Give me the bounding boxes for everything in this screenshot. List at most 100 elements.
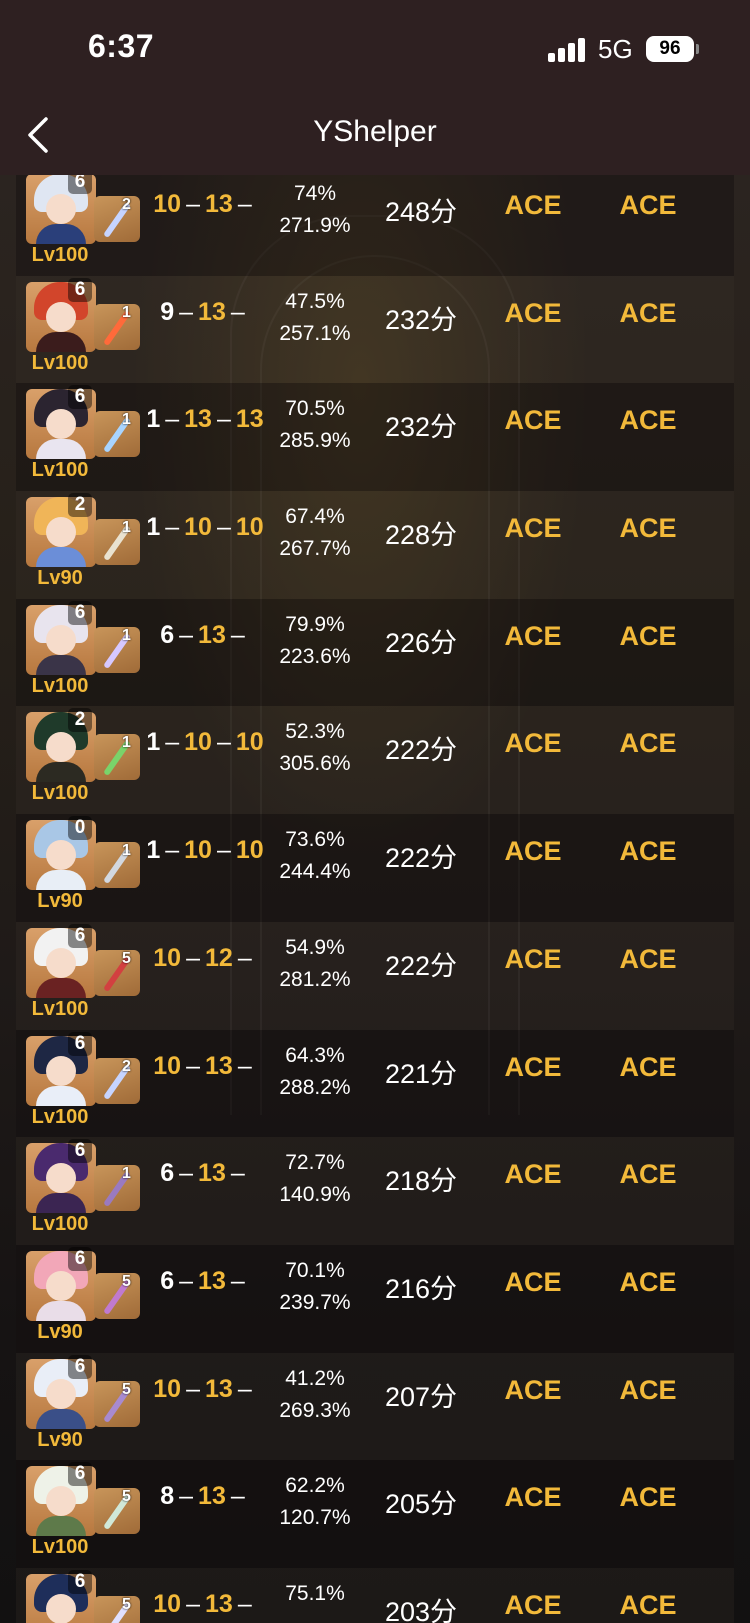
crit-stats: 70.5% 285.9%: [270, 393, 360, 457]
avatar-body: [36, 1516, 86, 1537]
grade-label: ACE: [504, 513, 562, 544]
list-item[interactable]: 6 5 10–13– 75.1% 203分 ACE ACE: [16, 1567, 734, 1623]
grade-label: ACE: [619, 297, 677, 328]
constellation-badge: 6: [68, 1354, 92, 1379]
refinement-badge: 1: [122, 519, 131, 537]
avatar-face: [46, 1163, 76, 1194]
talent-skill: 10: [184, 513, 212, 542]
weapon-icon[interactable]: 1: [94, 842, 140, 889]
list-item[interactable]: 2 1 Lv90 1–10–10 67.4% 267.7% 228分 ACE A…: [16, 491, 734, 599]
crit-dmg: 244.4%: [279, 860, 351, 884]
crit-dmg: 269.3%: [279, 1398, 351, 1422]
list-item[interactable]: 6 1 Lv100 1–13–13 70.5% 285.9% 232分 ACE …: [16, 383, 734, 492]
talent-normal: 10: [153, 190, 182, 218]
weapon-icon[interactable]: 1: [94, 626, 140, 673]
weapon-icon[interactable]: 1: [94, 411, 140, 458]
list-item[interactable]: 6 2 Lv100 10–13– 64.3% 288.2% 221分 ACE A…: [16, 1029, 734, 1138]
score-value: 226分: [384, 627, 458, 658]
crit-rate: 79.9%: [285, 612, 345, 636]
crit-dmg: 281.2%: [279, 967, 351, 991]
list-item[interactable]: 6 1 Lv100 6–13– 79.9% 223.6% 226分 ACE AC…: [16, 598, 734, 707]
grade-label: ACE: [504, 943, 562, 974]
list-item[interactable]: 6 5 Lv100 10–12– 54.9% 281.2% 222分 ACE A…: [16, 921, 734, 1030]
crit-rate: 75.1%: [285, 1581, 345, 1605]
refinement-badge: 5: [122, 1488, 131, 1506]
talent-levels: 1–10–10: [140, 728, 270, 757]
talent-burst: 10: [235, 513, 264, 542]
talent-separator: –: [230, 1482, 245, 1511]
weapon-icon[interactable]: 5: [94, 949, 140, 996]
list-item[interactable]: 6 5 Lv90 10–13– 41.2% 269.3% 207分 ACE AC…: [16, 1352, 734, 1461]
refinement-badge: 5: [122, 1380, 131, 1398]
constellation-badge: 0: [68, 816, 92, 841]
crit-rate: 54.9%: [285, 935, 345, 959]
refinement-badge: 1: [122, 734, 131, 752]
weapon-icon[interactable]: 2: [94, 196, 140, 242]
weapon-icon[interactable]: 5: [94, 1380, 140, 1427]
talent-skill: 13: [198, 1266, 226, 1295]
list-item[interactable]: 6 5 Lv90 6–13– 70.1% 239.7% 216分 ACE ACE: [16, 1244, 734, 1353]
grade-label: ACE: [619, 620, 677, 651]
list-item[interactable]: 6 2 Lv100 10–13– 74% 271.9% 248分 ACE ACE: [16, 175, 734, 276]
crit-dmg: 285.9%: [279, 429, 351, 453]
weapon-icon[interactable]: 5: [94, 1488, 140, 1535]
avatar-face: [46, 732, 76, 763]
grade-label: ACE: [504, 405, 562, 436]
talent-normal: 6: [160, 1159, 175, 1188]
level-label: Lv100: [31, 997, 89, 1020]
weapon-icon[interactable]: 1: [94, 734, 140, 781]
talent-levels: 1–10–10: [140, 513, 270, 542]
list-item[interactable]: 6 1 Lv100 9–13– 47.5% 257.1% 232分 ACE AC…: [16, 275, 734, 384]
weapon-icon[interactable]: 1: [94, 1165, 140, 1212]
score-value: 222分: [384, 843, 458, 874]
crit-dmg: 140.9%: [279, 1183, 351, 1207]
level-label: Lv100: [31, 244, 89, 266]
crit-stats: 52.3% 305.6%: [270, 716, 360, 780]
weapon-icon[interactable]: 5: [94, 1595, 140, 1623]
list-item[interactable]: 6 1 Lv100 6–13– 72.7% 140.9% 218分 ACE AC…: [16, 1137, 734, 1245]
crit-dmg: 257.1%: [279, 321, 351, 345]
refinement-badge: 1: [122, 1165, 131, 1183]
refinement-badge: 1: [122, 842, 131, 860]
character-list[interactable]: 6 2 Lv100 10–13– 74% 271.9% 248分 ACE ACE…: [0, 175, 750, 1623]
weapon-icon[interactable]: 1: [94, 303, 140, 350]
talent-levels: 9–13–: [140, 298, 270, 327]
list-item[interactable]: 6 5 Lv100 8–13– 62.2% 120.7% 205分 ACE AC…: [16, 1460, 734, 1568]
list-item[interactable]: 2 1 Lv100 1–10–10 52.3% 305.6% 222分 ACE …: [16, 706, 734, 815]
constellation-badge: 6: [68, 385, 92, 410]
avatar-body: [36, 1300, 86, 1321]
weapon-icon[interactable]: 2: [94, 1057, 140, 1104]
talent-separator: –: [216, 728, 231, 757]
crit-rate: 41.2%: [285, 1366, 345, 1390]
constellation-badge: 2: [68, 493, 92, 518]
level-label: Lv90: [37, 1320, 83, 1343]
avatar-body: [36, 870, 86, 891]
talent-separator: –: [179, 620, 194, 649]
avatar-body: [36, 1408, 86, 1429]
avatar-body: [36, 224, 86, 244]
list-item[interactable]: 0 1 Lv90 1–10–10 73.6% 244.4% 222分 ACE A…: [16, 814, 734, 922]
talent-burst: 10: [235, 728, 264, 757]
constellation-badge: 6: [68, 1462, 92, 1487]
grade-label: ACE: [619, 836, 677, 867]
crit-stats: 47.5% 257.1%: [270, 286, 360, 350]
weapon-icon[interactable]: 5: [94, 1272, 140, 1319]
avatar-body: [36, 762, 86, 783]
grade-label: ACE: [504, 620, 562, 651]
talent-separator: –: [216, 836, 231, 865]
crit-stats: 74% 271.9%: [270, 178, 360, 242]
talent-separator: –: [179, 1266, 194, 1295]
talent-normal: 10: [153, 1374, 182, 1403]
talent-normal: 10: [153, 1051, 182, 1080]
talent-separator: –: [230, 297, 245, 326]
crit-rate: 67.4%: [285, 505, 345, 529]
talent-separator: –: [165, 728, 180, 757]
talent-separator: –: [216, 405, 231, 434]
talent-levels: 6–13–: [140, 1267, 270, 1296]
avatar-face: [46, 840, 76, 871]
crit-rate: 52.3%: [285, 720, 345, 744]
weapon-icon[interactable]: 1: [94, 519, 140, 566]
crit-dmg: 271.9%: [279, 214, 351, 237]
talent-levels: 6–13–: [140, 621, 270, 650]
grade-label: ACE: [504, 1374, 562, 1405]
